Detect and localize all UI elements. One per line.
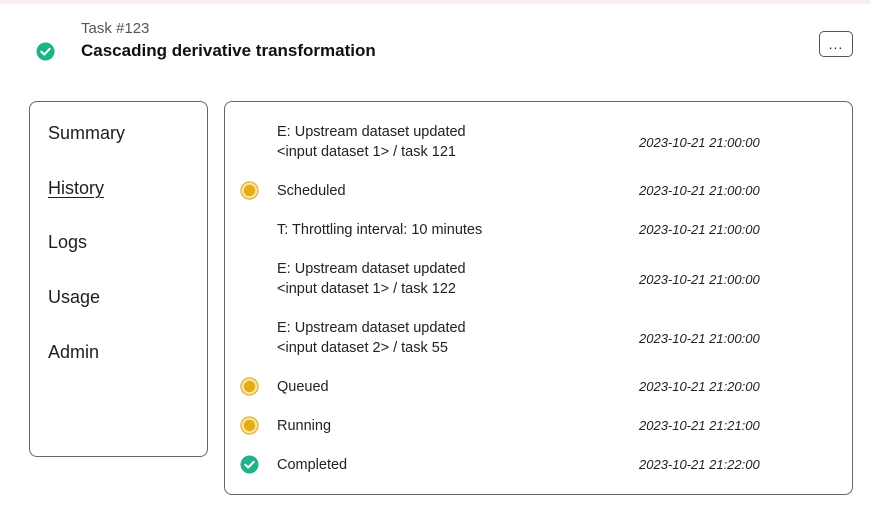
sidebar-item-logs[interactable]: Logs <box>48 232 87 253</box>
event-description: E: Upstream dataset updated <input datas… <box>277 318 466 358</box>
event-line: <input dataset 1> / task 121 <box>277 144 456 160</box>
sidebar-item-history[interactable]: History <box>48 178 104 199</box>
event-description: Completed <box>277 455 347 475</box>
task-number: Task #123 <box>81 20 150 37</box>
event-line: E: Upstream dataset updated <box>277 320 466 336</box>
event-description: Running <box>277 416 331 436</box>
event-timestamp: 2023-10-21 21:00:00 <box>639 331 760 346</box>
sidebar-item-summary[interactable]: Summary <box>48 123 125 144</box>
event-description: T: Throttling interval: 10 minutes <box>277 220 482 240</box>
check-circle-icon <box>240 455 259 474</box>
event-description: E: Upstream dataset updated <input datas… <box>277 259 466 299</box>
event-line: Scheduled <box>277 183 346 199</box>
more-options-button[interactable]: ... <box>819 31 853 57</box>
sidebar-item-admin[interactable]: Admin <box>48 342 99 363</box>
history-event: E: Upstream dataset updated <input datas… <box>225 259 852 301</box>
history-event: Running 2023-10-21 21:21:00 <box>225 416 852 436</box>
event-timestamp: 2023-10-21 21:00:00 <box>639 183 760 198</box>
event-line: T: Throttling interval: 10 minutes <box>277 222 483 238</box>
event-line: E: Upstream dataset updated <box>277 261 466 277</box>
history-event: Completed 2023-10-21 21:22:00 <box>225 455 852 475</box>
event-line: E: Upstream dataset updated <box>277 124 466 140</box>
check-circle-icon <box>36 42 55 61</box>
pending-dot-icon <box>240 181 259 200</box>
event-timestamp: 2023-10-21 21:22:00 <box>639 457 760 472</box>
history-panel: E: Upstream dataset updated <input datas… <box>224 101 853 495</box>
event-line: <input dataset 2> / task 55 <box>277 340 448 356</box>
history-event: E: Upstream dataset updated <input datas… <box>225 122 852 164</box>
event-timestamp: 2023-10-21 21:00:00 <box>639 272 760 287</box>
sidebar: Summary History Logs Usage Admin <box>29 101 208 457</box>
pending-dot-icon <box>240 377 259 396</box>
event-line: Queued <box>277 379 329 395</box>
event-description: E: Upstream dataset updated <input datas… <box>277 122 466 162</box>
event-line: <input dataset 1> / task 122 <box>277 281 456 297</box>
pending-dot-icon <box>240 416 259 435</box>
top-accent-strip <box>0 0 870 4</box>
sidebar-item-usage[interactable]: Usage <box>48 287 100 308</box>
event-timestamp: 2023-10-21 21:20:00 <box>639 379 760 394</box>
event-description: Scheduled <box>277 181 346 201</box>
event-line: Running <box>277 418 332 434</box>
event-timestamp: 2023-10-21 21:00:00 <box>639 135 760 150</box>
history-event: T: Throttling interval: 10 minutes 2023-… <box>225 220 852 240</box>
history-event: E: Upstream dataset updated <input datas… <box>225 318 852 360</box>
event-timestamp: 2023-10-21 21:21:00 <box>639 418 760 433</box>
history-event: Queued 2023-10-21 21:20:00 <box>225 377 852 397</box>
event-description: Queued <box>277 377 329 397</box>
page-title: Cascading derivative transformation <box>81 41 376 60</box>
history-event: Scheduled 2023-10-21 21:00:00 <box>225 181 852 201</box>
event-line: Completed <box>277 457 348 473</box>
event-timestamp: 2023-10-21 21:00:00 <box>639 222 760 237</box>
